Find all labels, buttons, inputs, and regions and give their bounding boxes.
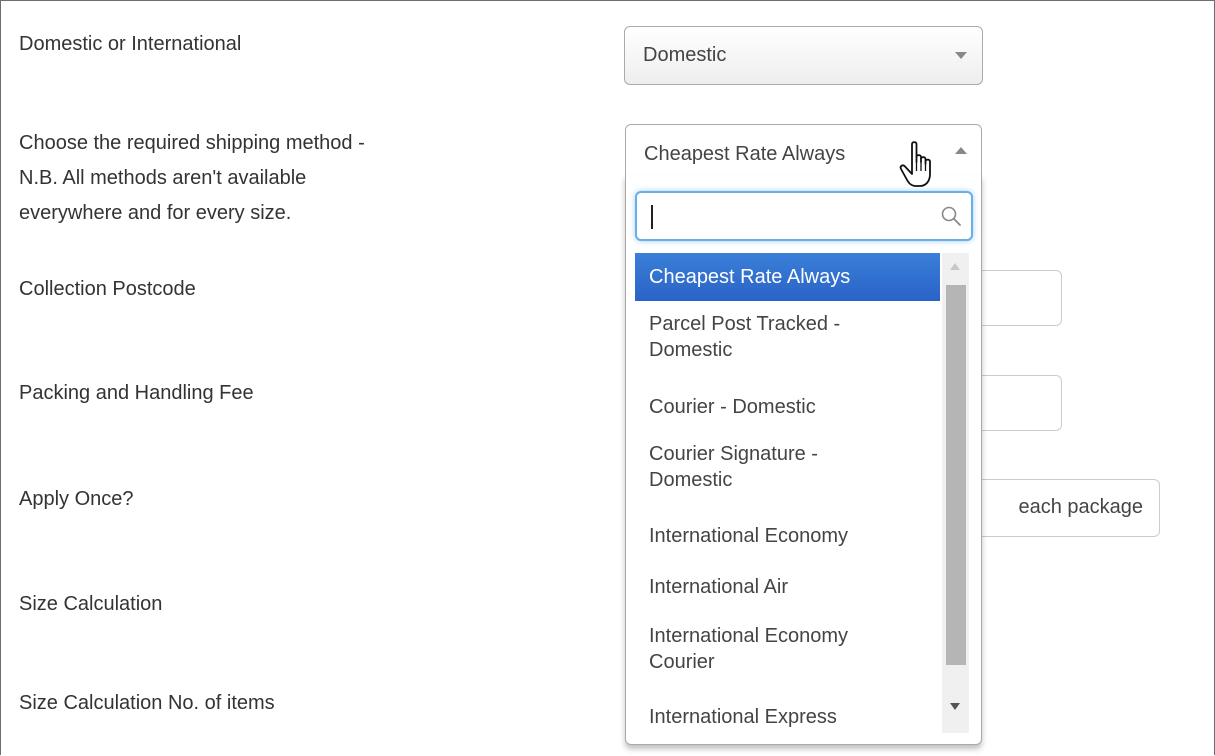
text-caret bbox=[651, 205, 653, 229]
option-courier-domestic[interactable]: Courier - Domestic bbox=[635, 394, 940, 428]
option-label: Cheapest Rate Always bbox=[649, 266, 851, 288]
dropdown-options-list: Cheapest Rate Always Parcel Post Tracked… bbox=[635, 253, 940, 733]
option-parcel-post-tracked-domestic[interactable]: Parcel Post Tracked - Domestic bbox=[635, 311, 940, 373]
apply-once-select-value: each package bbox=[1018, 496, 1143, 518]
option-label-line2: Domestic bbox=[649, 339, 733, 361]
hand-pointer-icon bbox=[899, 141, 931, 187]
label-shipping-method-line2: N.B. All methods aren't available bbox=[19, 167, 307, 189]
domestic-select[interactable]: Domestic bbox=[624, 26, 983, 85]
label-size-calc-items: Size Calculation No. of items bbox=[19, 692, 275, 714]
option-label: Courier - Domestic bbox=[649, 396, 816, 418]
label-apply-once: Apply Once? bbox=[19, 488, 134, 510]
dropdown-scrollbar[interactable] bbox=[942, 253, 969, 733]
option-international-economy[interactable]: International Economy bbox=[635, 523, 940, 557]
label-shipping-method-line3: everywhere and for every size. bbox=[19, 202, 292, 224]
label-size-calculation: Size Calculation bbox=[19, 593, 163, 615]
scrollbar-thumb[interactable] bbox=[946, 285, 966, 665]
option-label-line1: Parcel Post Tracked - bbox=[649, 313, 841, 335]
option-international-express[interactable]: International Express bbox=[635, 704, 940, 733]
option-label: International Economy bbox=[649, 525, 849, 547]
domestic-select-value: Domestic bbox=[643, 44, 727, 66]
option-international-air[interactable]: International Air bbox=[635, 574, 940, 608]
option-label: International Air bbox=[649, 576, 788, 598]
option-label-line2: Courier bbox=[649, 651, 715, 673]
label-collection-postcode: Collection Postcode bbox=[19, 278, 196, 300]
label-packing-fee: Packing and Handling Fee bbox=[19, 382, 254, 404]
option-courier-signature-domestic[interactable]: Courier Signature - Domestic bbox=[635, 441, 940, 503]
shipping-method-select-value: Cheapest Rate Always bbox=[644, 143, 846, 165]
option-cheapest-rate-always[interactable]: Cheapest Rate Always bbox=[635, 253, 940, 301]
search-icon bbox=[941, 206, 961, 226]
dropdown-search-input[interactable] bbox=[635, 191, 973, 241]
option-label-line1: Courier Signature - bbox=[649, 443, 818, 465]
option-label: International Express bbox=[649, 706, 837, 728]
chevron-down-icon bbox=[955, 52, 967, 59]
label-domestic-or-international: Domestic or International bbox=[19, 33, 242, 55]
chevron-up-icon bbox=[955, 147, 967, 154]
option-label-line1: International Economy bbox=[649, 625, 849, 647]
scroll-up-icon[interactable] bbox=[950, 263, 960, 270]
option-label-line2: Domestic bbox=[649, 469, 733, 491]
scroll-down-icon[interactable] bbox=[950, 703, 960, 710]
label-shipping-method-line1: Choose the required shipping method - bbox=[19, 132, 365, 154]
option-international-economy-courier[interactable]: International Economy Courier bbox=[635, 623, 940, 685]
shipping-method-dropdown: Cheapest Rate Always Parcel Post Tracked… bbox=[625, 175, 982, 745]
